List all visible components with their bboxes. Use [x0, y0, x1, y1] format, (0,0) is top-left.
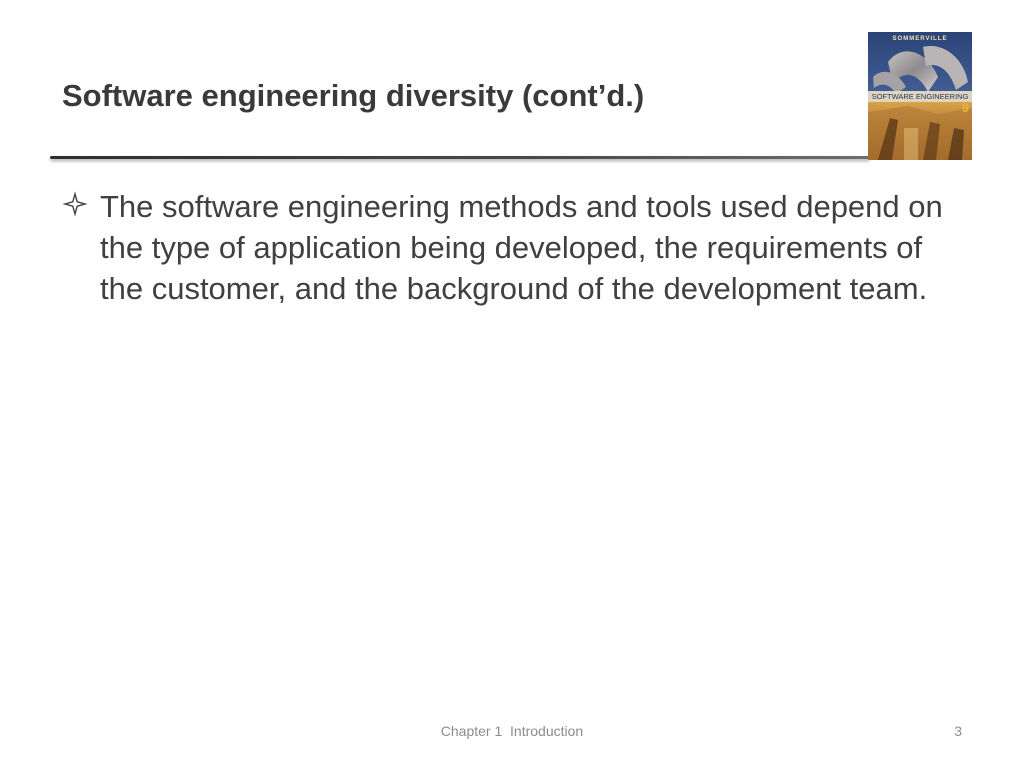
footer-chapter: Chapter 1 Introduction [440, 723, 584, 739]
bullet-item: The software engineering methods and too… [62, 186, 972, 309]
four-point-star-outline-icon [62, 191, 88, 217]
bullet-text: The software engineering methods and too… [100, 189, 943, 306]
book-cover-author: SOMMERVILLE [892, 36, 948, 42]
book-cover-image: SOMMERVILLE SOFTWARE ENGINEERING 9 [868, 32, 972, 160]
book-cover-title: SOFTWARE ENGINEERING [871, 92, 969, 101]
slide-number: 3 [954, 723, 962, 739]
title-underline [50, 156, 870, 159]
bullet-list: The software engineering methods and too… [62, 186, 972, 309]
book-cover-edition: 9 [961, 100, 969, 115]
slide-title: Software engineering diversity (cont’d.) [62, 78, 645, 113]
